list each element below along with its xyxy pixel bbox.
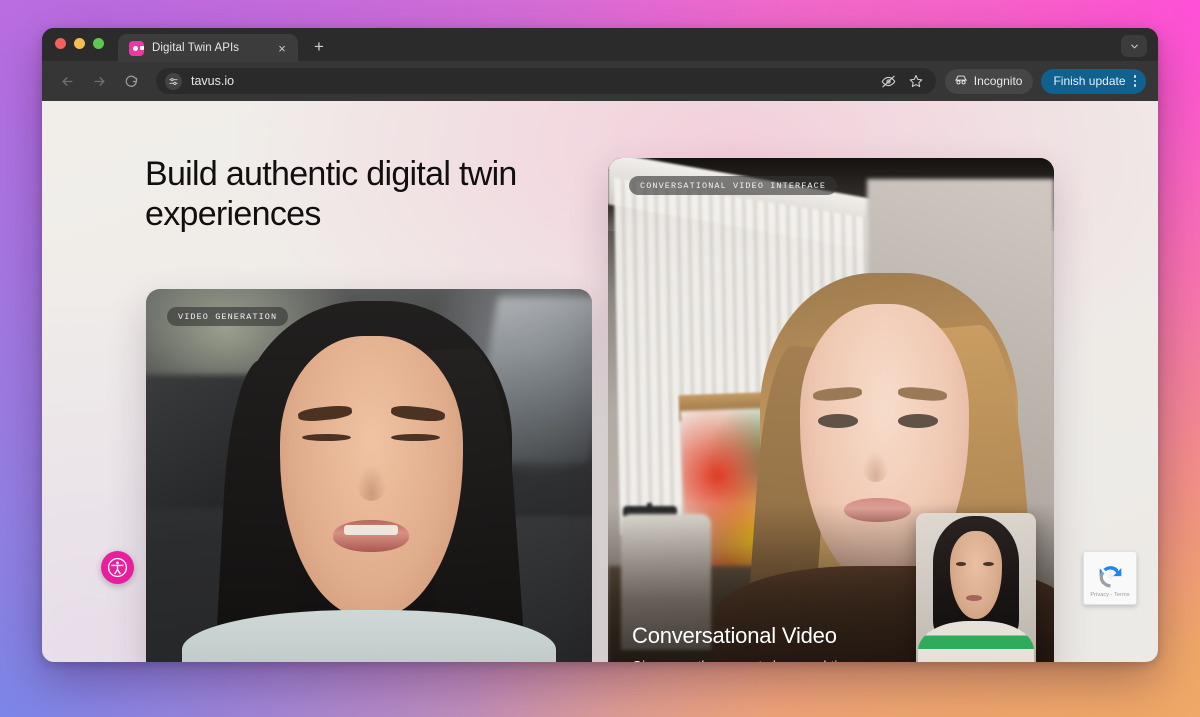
page-title: Build authentic digital twin experiences — [145, 155, 517, 233]
person-eye-left — [817, 414, 858, 428]
arrow-right-icon[interactable] — [84, 66, 114, 96]
url-text: tavus.io — [191, 74, 235, 88]
video-card-video-generation[interactable]: VIDEO GENERATION — [146, 289, 592, 662]
incognito-indicator[interactable]: Incognito — [944, 68, 1034, 94]
card-badge: CONVERSATIONAL VIDEO INTERFACE — [629, 176, 838, 195]
person-nose — [355, 465, 387, 501]
card-heading: Conversational Video — [632, 623, 837, 649]
tab-title: Digital Twin APIs — [152, 42, 240, 54]
recaptcha-badge[interactable]: Privacy - Terms — [1083, 551, 1137, 605]
window-traffic-lights — [55, 28, 104, 61]
card-caption: Conversational Video Give users the powe… — [608, 623, 1054, 662]
minimize-window-button[interactable] — [74, 37, 85, 49]
person-teeth — [344, 524, 398, 536]
incognito-hat-icon — [954, 73, 968, 90]
eye-slash-icon[interactable] — [878, 70, 900, 92]
person-nose — [862, 450, 889, 483]
star-icon[interactable] — [905, 70, 927, 92]
browser-tab[interactable]: Digital Twin APIs × — [118, 34, 298, 62]
accessibility-widget-button[interactable] — [101, 551, 134, 584]
finish-update-button[interactable]: Finish update — [1041, 68, 1146, 94]
close-tab-button[interactable]: × — [274, 40, 290, 56]
browser-toolbar: tavus.io Incognito Finish update — [42, 61, 1158, 101]
video-scene-car-interior — [146, 289, 592, 662]
accessibility-person-icon — [107, 557, 128, 578]
recaptcha-privacy-label: Privacy — [1090, 591, 1110, 598]
desktop-background: Digital Twin APIs × + tavus.io Incognito… — [0, 0, 1200, 717]
recaptcha-privacy-terms[interactable]: Privacy - Terms — [1090, 592, 1129, 598]
card-body-text: Give users the power to have real-time — [632, 657, 1030, 662]
maximize-window-button[interactable] — [93, 37, 104, 49]
omnibox-actions — [878, 70, 927, 92]
video-card-conversational-video-interface[interactable]: CONVERSATIONAL VIDEO INTERFACE Conversat… — [608, 158, 1054, 662]
pip-person-mouth — [966, 595, 982, 602]
tune-sliders-icon[interactable] — [165, 72, 182, 90]
recaptcha-logo-icon — [1099, 565, 1121, 587]
kebab-menu-icon[interactable] — [1131, 75, 1140, 87]
tavus-logo-icon — [129, 40, 144, 56]
address-bar[interactable]: tavus.io — [156, 68, 936, 94]
finish-update-label: Finish update — [1053, 74, 1126, 88]
person-necklace — [342, 661, 404, 662]
recaptcha-separator: - — [1110, 591, 1113, 598]
card-badge: VIDEO GENERATION — [167, 307, 289, 326]
chevron-down-icon[interactable] — [1121, 35, 1147, 57]
reload-icon[interactable] — [116, 66, 146, 96]
pip-person-eye-right — [983, 561, 994, 566]
browser-window: Digital Twin APIs × + tavus.io Incognito… — [42, 28, 1158, 662]
arrow-left-icon[interactable] — [52, 66, 82, 96]
person-eye-right — [897, 414, 939, 428]
page-viewport: Build authentic digital twin experiences — [42, 101, 1158, 662]
pip-person-eye-left — [955, 561, 967, 566]
tab-strip: Digital Twin APIs × + — [42, 28, 1158, 62]
close-window-button[interactable] — [55, 37, 66, 49]
incognito-label: Incognito — [973, 74, 1023, 88]
new-tab-button[interactable]: + — [306, 33, 332, 59]
recaptcha-terms-label: Terms — [1114, 591, 1130, 598]
